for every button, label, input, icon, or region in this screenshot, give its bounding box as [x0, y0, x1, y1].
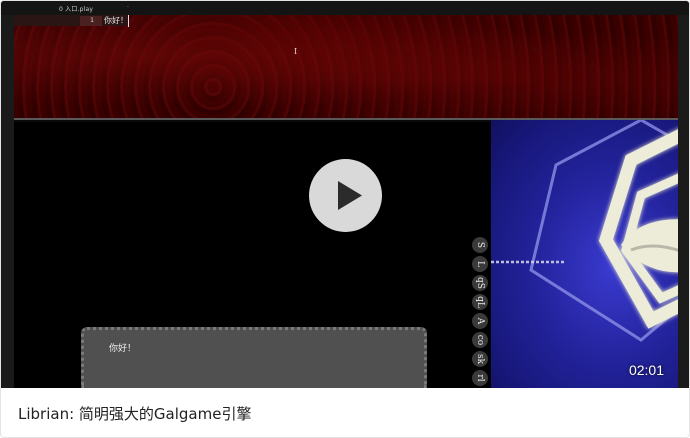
video-duration: 02:01 [628, 362, 664, 378]
skip-button[interactable]: sk [472, 351, 488, 367]
line-number: 1 [80, 16, 102, 26]
game-artwork: 02:01 [491, 120, 678, 388]
editor-tab-bar [1, 1, 689, 15]
code-line: 你好！ [104, 16, 128, 25]
editor-tab-close-icon[interactable]: · [127, 4, 129, 11]
quick-load-button[interactable]: qL [472, 294, 488, 310]
game-side-menu: S L qS qL A co sk rl [472, 237, 490, 388]
video-thumbnail[interactable]: 0 入口.play · 1 你好！ I 02:01 你好！ S L qS qL … [1, 1, 689, 388]
dialogue-text: 你好！ [109, 344, 137, 354]
save-button[interactable]: S [472, 237, 488, 253]
text-caret [128, 15, 129, 27]
dialogue-box [81, 327, 427, 388]
code-editor[interactable] [14, 15, 678, 120]
editor-right-edge [678, 15, 689, 388]
ibeam-cursor-icon: I [294, 47, 298, 56]
hexagon-logo-icon [491, 120, 678, 342]
video-card[interactable]: 0 入口.play · 1 你好！ I 02:01 你好！ S L qS qL … [0, 0, 690, 438]
load-button[interactable]: L [472, 256, 488, 272]
play-icon [338, 181, 362, 210]
play-button[interactable] [309, 159, 382, 232]
editor-tab[interactable]: 0 入口.play [59, 4, 93, 13]
video-title[interactable]: Librian: 简明强大的Galgame引擎 [18, 403, 251, 424]
rollback-button[interactable]: rl [472, 370, 488, 386]
auto-button[interactable]: A [472, 313, 488, 329]
editor-left-gutter [1, 15, 14, 388]
config-button[interactable]: co [472, 332, 488, 348]
quick-save-button[interactable]: qS [472, 275, 488, 291]
